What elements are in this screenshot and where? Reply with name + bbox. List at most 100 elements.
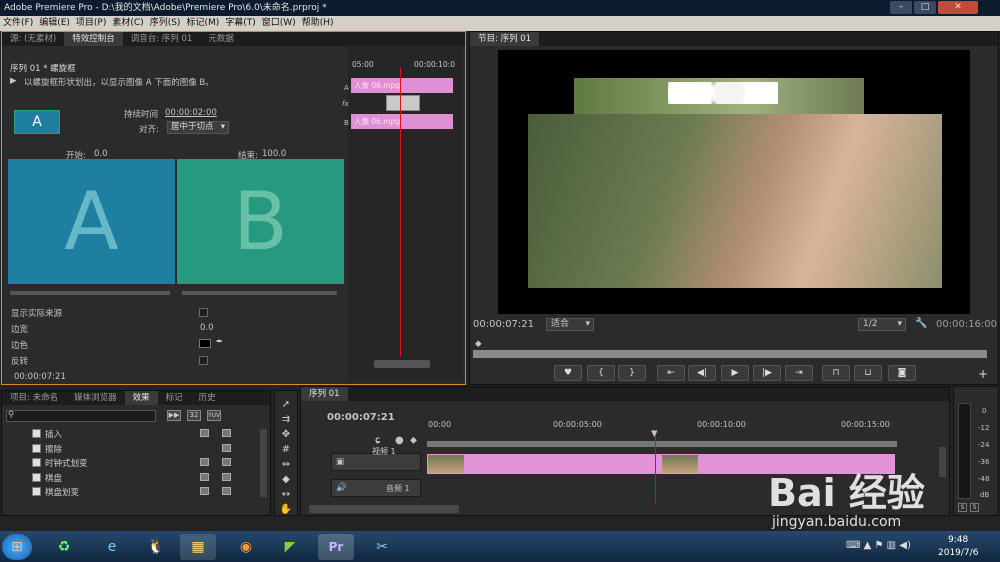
- selection-tool-icon[interactable]: ➚: [278, 398, 294, 412]
- add-button-icon[interactable]: +: [978, 367, 988, 381]
- tab-project[interactable]: 项目: 未命名: [2, 391, 66, 405]
- start-button[interactable]: ⊞: [2, 534, 32, 560]
- extract-button[interactable]: ⊔: [854, 365, 882, 381]
- duration-value[interactable]: 00:00:02:00: [165, 108, 217, 118]
- solo-left-button[interactable]: S: [958, 503, 967, 512]
- effect-item-wipe[interactable]: 擦除: [32, 443, 62, 455]
- go-to-in-button[interactable]: ⇤: [657, 365, 685, 381]
- border-color-swatch[interactable]: [199, 339, 211, 348]
- menu-help[interactable]: 帮助(H): [299, 16, 337, 31]
- mark-in-button[interactable]: {: [587, 365, 615, 381]
- slip-tool-icon[interactable]: ↔: [278, 488, 294, 502]
- mark-out-button[interactable]: }: [618, 365, 646, 381]
- close-button[interactable]: ✕: [938, 1, 978, 14]
- tab-history[interactable]: 历史: [191, 391, 224, 405]
- reverse-checkbox[interactable]: [199, 356, 208, 365]
- 32bit-effects-icon[interactable]: 32: [187, 410, 201, 421]
- effect-item-insert[interactable]: 插入: [32, 428, 62, 440]
- resolution-dropdown[interactable]: 1/2 ▾: [858, 318, 906, 331]
- effect-item-clock-wipe[interactable]: 时钟式划变: [32, 457, 88, 469]
- solo-right-button[interactable]: S: [970, 503, 979, 512]
- audio-track-header[interactable]: 🔊 音频 1: [331, 479, 421, 497]
- taskbar-app-explorer[interactable]: ▦: [180, 534, 216, 560]
- tab-sequence[interactable]: 序列 01: [301, 387, 348, 401]
- play-button[interactable]: ▶: [721, 365, 749, 381]
- export-frame-button[interactable]: ◙: [888, 365, 916, 381]
- menu-window[interactable]: 窗口(W): [259, 16, 299, 31]
- show-actual-sources-checkbox[interactable]: [199, 308, 208, 317]
- rolling-edit-tool-icon[interactable]: #: [278, 443, 294, 457]
- menu-file[interactable]: 文件(F): [0, 16, 36, 31]
- tab-program[interactable]: 节目: 序列 01: [470, 32, 540, 46]
- accelerated-effects-icon[interactable]: ▶▶: [167, 410, 181, 421]
- program-timecode[interactable]: 00:00:07:21: [473, 319, 534, 330]
- tab-markers[interactable]: 标记: [158, 391, 191, 405]
- taskbar-app-qq[interactable]: 🐧: [138, 534, 174, 560]
- start-slider[interactable]: [10, 291, 170, 295]
- go-to-out-button[interactable]: ⇥: [785, 365, 813, 381]
- play-transition-icon[interactable]: ▶: [10, 76, 17, 86]
- taskbar-app-camtasia[interactable]: ◤: [272, 534, 308, 560]
- menu-sequence[interactable]: 序列(S): [147, 16, 184, 31]
- mini-transition-block[interactable]: [386, 95, 420, 111]
- effect-item-checkerboard[interactable]: 棋盘: [32, 472, 62, 484]
- tray-icons[interactable]: ⌨ ▲ ⚑ ▥ ◀): [846, 540, 911, 551]
- effects-search-input[interactable]: [6, 410, 156, 422]
- snap-icon[interactable]: ɕ: [375, 435, 381, 446]
- taskbar-app-firefox[interactable]: ◉: [228, 534, 264, 560]
- eyedropper-icon[interactable]: ✒: [216, 337, 223, 347]
- taskbar-app-snipper[interactable]: ✂: [364, 534, 400, 560]
- effects-scrollbar[interactable]: [260, 429, 267, 497]
- eye-icon[interactable]: ▣: [336, 457, 344, 467]
- program-scrubber[interactable]: [473, 350, 987, 358]
- razor-tool-icon[interactable]: ◆: [278, 473, 294, 487]
- menu-edit[interactable]: 编辑(E): [36, 16, 73, 31]
- tab-effect-controls[interactable]: 特效控制台: [64, 32, 123, 46]
- wrench-icon[interactable]: 🔧: [915, 318, 927, 329]
- program-playhead-marker[interactable]: ◆: [475, 339, 482, 349]
- start-value[interactable]: 0.0: [94, 149, 108, 159]
- mini-playhead[interactable]: [400, 67, 401, 357]
- timeline-hscrollbar[interactable]: [309, 505, 459, 513]
- video-track-header[interactable]: ▣ 视频 1: [331, 447, 421, 471]
- end-value[interactable]: 100.0: [262, 149, 286, 159]
- taskbar-app-refresh[interactable]: ♻: [46, 534, 82, 560]
- set-marker-icon[interactable]: ●: [395, 435, 404, 446]
- speaker-icon[interactable]: 🔊: [336, 483, 347, 493]
- tab-metadata[interactable]: 元数据: [200, 32, 242, 46]
- menu-clip[interactable]: 素材(C): [109, 16, 146, 31]
- minimize-button[interactable]: –: [890, 1, 912, 14]
- tab-audio-mixer[interactable]: 调音台: 序列 01: [123, 32, 201, 46]
- ripple-edit-tool-icon[interactable]: ✥: [278, 428, 294, 442]
- tab-source[interactable]: 源: (无素材): [2, 32, 64, 46]
- maximize-button[interactable]: □: [914, 1, 936, 14]
- timeline-timecode[interactable]: 00:00:07:21: [327, 412, 395, 423]
- menu-project[interactable]: 项目(P): [73, 16, 109, 31]
- menu-title[interactable]: 字幕(T): [222, 16, 259, 31]
- mini-scrollbar[interactable]: [374, 360, 430, 368]
- taskbar-app-ie[interactable]: e: [94, 534, 130, 560]
- step-forward-button[interactable]: |▶: [753, 365, 781, 381]
- mini-clip-b[interactable]: 人像 06.mpg: [351, 114, 453, 129]
- mini-clip-a[interactable]: 人像 06.mpg: [351, 78, 453, 93]
- timeline-playhead[interactable]: [655, 433, 656, 503]
- timeline-work-area-bar[interactable]: [427, 441, 897, 447]
- menu-marker[interactable]: 标记(M): [183, 16, 222, 31]
- yuv-effects-icon[interactable]: YUV: [207, 410, 221, 421]
- effect-item-checker-wipe[interactable]: 棋盘划变: [32, 486, 79, 498]
- track-select-tool-icon[interactable]: ⇉: [278, 413, 294, 427]
- fit-dropdown[interactable]: 适合 ▾: [546, 318, 594, 331]
- add-marker-icon[interactable]: ⬥: [410, 435, 417, 446]
- tab-media-browser[interactable]: 媒体浏览器: [66, 391, 125, 405]
- rate-stretch-tool-icon[interactable]: ⇔: [278, 458, 294, 472]
- end-slider[interactable]: [182, 291, 337, 295]
- step-back-button[interactable]: ◀|: [688, 365, 716, 381]
- hand-tool-icon[interactable]: ✋: [278, 503, 294, 517]
- tab-effects[interactable]: 效果: [124, 391, 158, 405]
- timeline-playhead-handle[interactable]: ▼: [651, 429, 658, 439]
- align-dropdown[interactable]: 居中于切点 ▾: [167, 121, 229, 134]
- border-width-value[interactable]: 0.0: [200, 323, 214, 333]
- lift-button[interactable]: ⊓: [822, 365, 850, 381]
- add-marker-button[interactable]: ♥: [554, 365, 582, 381]
- taskbar-app-premiere[interactable]: Pr: [318, 534, 354, 560]
